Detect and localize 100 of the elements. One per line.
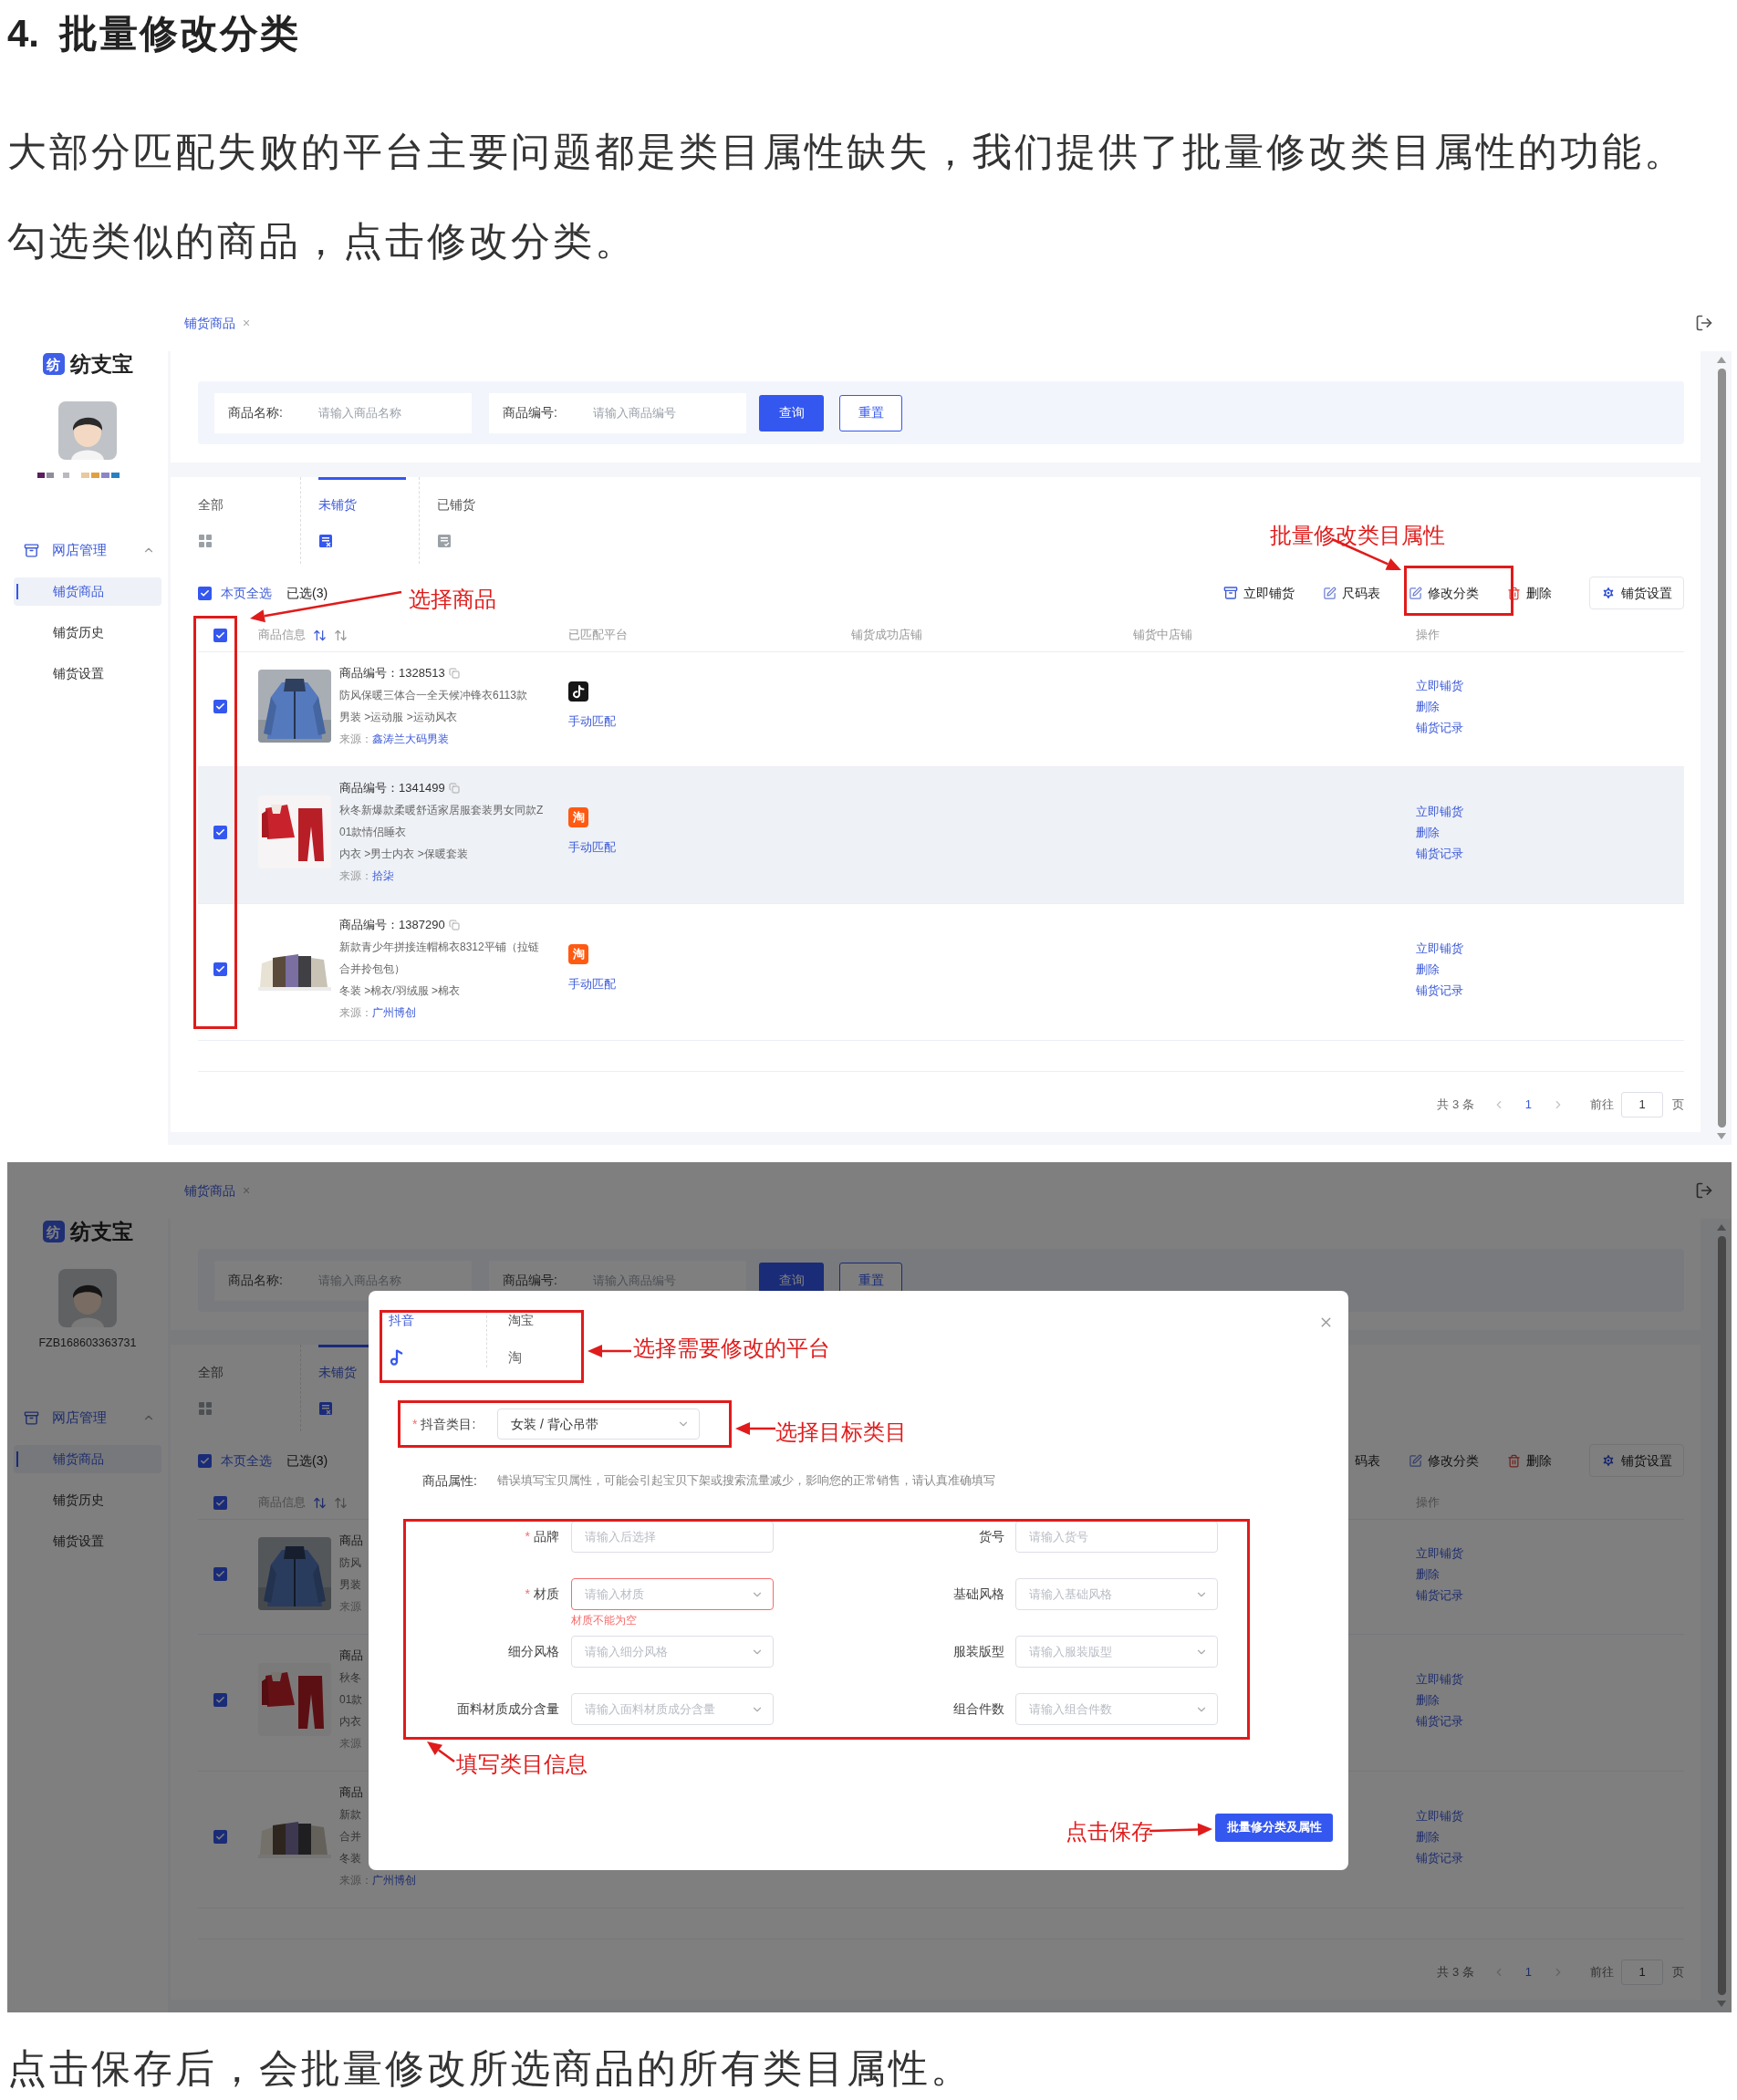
scroll-down-icon[interactable] xyxy=(1717,2001,1726,2007)
status-tab[interactable]: 全部 xyxy=(198,1345,300,1431)
copy-icon[interactable] xyxy=(448,920,460,930)
logout-icon[interactable] xyxy=(1695,1181,1713,1200)
sidebar-item[interactable]: 铺货设置 xyxy=(14,1527,161,1555)
row-action-link[interactable]: 立即铺货 xyxy=(1416,800,1463,822)
sort-icon[interactable] xyxy=(334,628,348,642)
row-action-link[interactable]: 铺货记录 xyxy=(1416,1584,1463,1606)
logout-icon[interactable] xyxy=(1695,314,1713,332)
toolbar-button[interactable]: 铺货设置 xyxy=(1589,577,1684,609)
annotation-label: 填写类目信息 xyxy=(456,1751,588,1778)
checkbox[interactable] xyxy=(213,628,227,642)
toolbar-button[interactable]: 删除 xyxy=(1507,583,1552,603)
sidebar-item[interactable]: 铺货历史 xyxy=(14,1486,161,1514)
sort-icon[interactable] xyxy=(313,1495,327,1510)
status-tab[interactable]: 未铺货 xyxy=(300,477,419,564)
sidebar-item[interactable]: 铺货商品 xyxy=(14,1445,161,1473)
checkbox[interactable] xyxy=(198,586,212,600)
grid-icon xyxy=(198,534,213,548)
page-input[interactable]: 1 xyxy=(1621,1092,1663,1118)
toolbar-button[interactable]: 尺码表 xyxy=(1323,583,1380,603)
status-tab[interactable]: 全部 xyxy=(198,477,300,564)
toolbar-button[interactable]: 铺货设置 xyxy=(1589,1444,1684,1477)
source-link[interactable]: 鑫涛兰大码男装 xyxy=(372,728,449,750)
row-action-link[interactable]: 立即铺货 xyxy=(1416,937,1463,959)
row-action-link[interactable]: 铺货记录 xyxy=(1416,979,1463,1001)
row-action-link[interactable]: 删除 xyxy=(1416,821,1440,843)
source-link[interactable]: 广州博创 xyxy=(372,1002,416,1024)
field-label: 服装版型 xyxy=(952,1643,1005,1660)
checkbox[interactable] xyxy=(213,1692,227,1707)
reset-button[interactable]: 重置 xyxy=(839,394,902,431)
page-number[interactable]: 1 xyxy=(1524,1096,1532,1114)
platform-label: 淘 xyxy=(568,944,588,964)
menu-group[interactable]: 网店管理 xyxy=(52,1407,107,1429)
logo-mark: 纺 xyxy=(42,1221,65,1242)
row-action-link[interactable]: 删除 xyxy=(1416,1825,1440,1847)
product-code: 商品 xyxy=(339,1648,363,1664)
row-action-link[interactable]: 删除 xyxy=(1416,958,1440,980)
save-button[interactable]: 批量修分类及属性 xyxy=(1215,1814,1333,1842)
page-tab[interactable]: 铺货商品 xyxy=(184,1180,235,1201)
page-tab[interactable]: 铺货商品 xyxy=(184,313,235,333)
toolbar-button[interactable]: 码表 xyxy=(1355,1450,1380,1471)
sort-icon[interactable] xyxy=(313,628,327,642)
search-field[interactable]: 商品名称: 请输入商品名称 xyxy=(214,392,472,433)
sidebar-item[interactable]: 铺货设置 xyxy=(14,660,161,688)
select-all-label[interactable]: 本页全选 xyxy=(221,583,272,603)
copy-icon[interactable] xyxy=(448,783,460,794)
copy-icon[interactable] xyxy=(448,668,460,679)
query-button[interactable]: 查询 xyxy=(759,394,824,431)
row-action-link[interactable]: 删除 xyxy=(1416,1563,1440,1585)
total-count: 共 3 条 xyxy=(1437,1964,1474,1981)
toolbar-button[interactable]: 立即铺货 xyxy=(1223,583,1295,603)
checkbox[interactable] xyxy=(213,1566,227,1581)
checkbox[interactable] xyxy=(213,825,227,839)
toolbar-button[interactable]: 删除 xyxy=(1507,1450,1552,1471)
sidebar-item[interactable]: 铺货商品 xyxy=(14,577,161,606)
row-action-link[interactable]: 铺货记录 xyxy=(1416,1710,1463,1731)
source-label: 来源： xyxy=(339,868,372,884)
checkbox[interactable] xyxy=(198,1453,212,1468)
page-suffix: 页 xyxy=(1672,1964,1684,1981)
scroll-down-icon[interactable] xyxy=(1717,1133,1726,1139)
row-action-link[interactable]: 铺货记录 xyxy=(1416,1846,1463,1868)
match-link[interactable]: 手动匹配 xyxy=(568,712,616,731)
page-number[interactable]: 1 xyxy=(1524,1963,1532,1981)
checkbox[interactable] xyxy=(213,699,227,713)
row-action-link[interactable]: 立即铺货 xyxy=(1416,1804,1463,1826)
scrollbar-thumb[interactable] xyxy=(1717,369,1726,1128)
row-action-link[interactable]: 立即铺货 xyxy=(1416,1668,1463,1689)
menu-group[interactable]: 网店管理 xyxy=(52,539,107,561)
document-icon xyxy=(437,534,452,548)
scroll-up-icon[interactable] xyxy=(1717,357,1726,363)
search-field[interactable]: 商品编号: 请输入商品编号 xyxy=(489,392,746,433)
annotation-label: 点击保存 xyxy=(1066,1818,1153,1845)
page-input[interactable]: 1 xyxy=(1621,1960,1663,1985)
scroll-up-icon[interactable] xyxy=(1717,1224,1726,1231)
row-action-link[interactable]: 删除 xyxy=(1416,1689,1440,1710)
field-label: 细分风格 xyxy=(507,1643,560,1660)
row-action-link[interactable]: 铺货记录 xyxy=(1416,716,1463,738)
sidebar-item[interactable]: 铺货历史 xyxy=(14,619,161,647)
toolbar-button[interactable]: 修改分类 xyxy=(1409,583,1479,603)
match-link[interactable]: 手动匹配 xyxy=(568,975,616,993)
source-link[interactable]: 广州博创 xyxy=(372,1869,416,1891)
match-link[interactable]: 手动匹配 xyxy=(568,838,616,857)
source-label: 来源： xyxy=(339,732,372,747)
check-icon xyxy=(215,1568,225,1579)
toolbar-button[interactable]: 修改分类 xyxy=(1409,1450,1479,1471)
checkbox[interactable] xyxy=(213,962,227,976)
row-action-link[interactable]: 删除 xyxy=(1416,695,1440,717)
checkbox[interactable] xyxy=(213,1829,227,1844)
checkbox[interactable] xyxy=(213,1495,227,1510)
row-action-link[interactable]: 铺货记录 xyxy=(1416,842,1463,864)
select-all-label[interactable]: 本页全选 xyxy=(221,1450,272,1471)
row-action-link[interactable]: 立即铺货 xyxy=(1416,1542,1463,1564)
scrollbar-thumb[interactable] xyxy=(1717,1236,1726,1995)
column-header: 铺货中店铺 xyxy=(1133,627,1193,644)
source-link[interactable]: 拾柒 xyxy=(372,865,394,887)
status-tab[interactable]: 已铺货 xyxy=(419,477,537,564)
selected-count: 已选(3) xyxy=(286,584,328,602)
row-action-link[interactable]: 立即铺货 xyxy=(1416,674,1463,696)
select-field[interactable]: 女装 / 背心吊带 xyxy=(497,1409,700,1440)
